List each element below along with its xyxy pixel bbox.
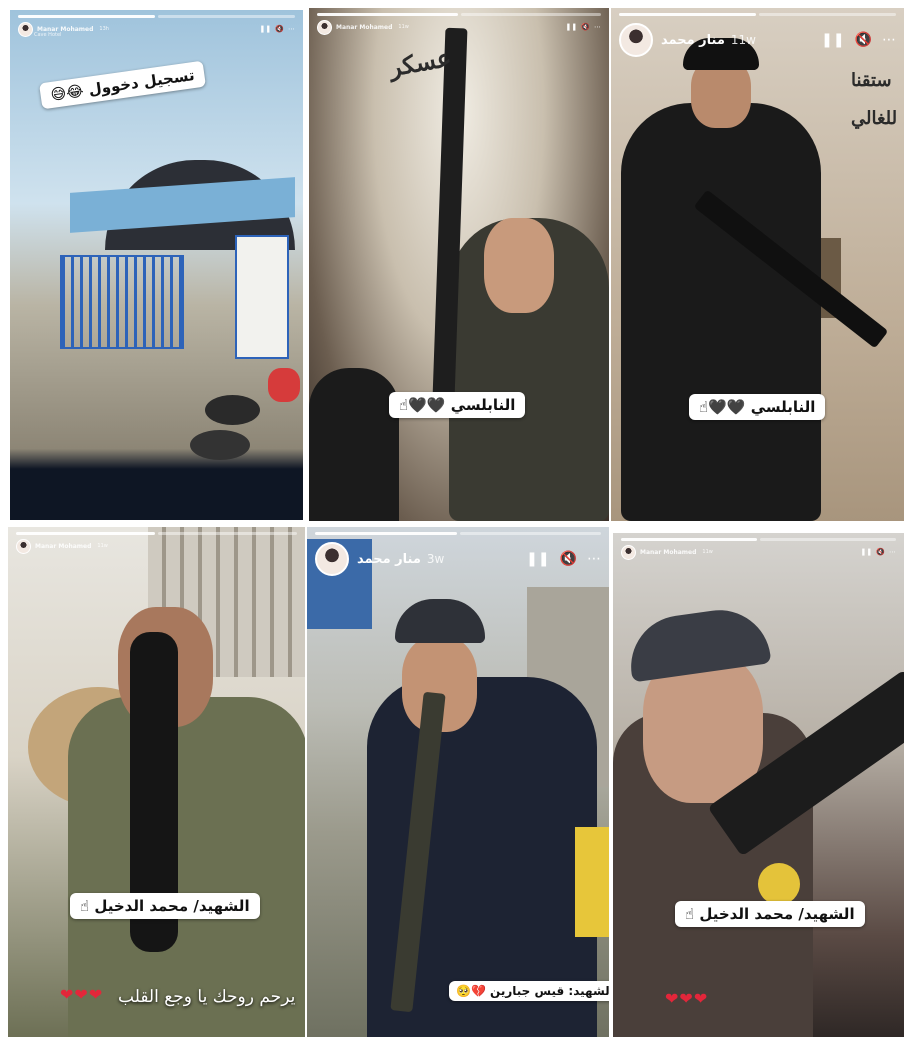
avatar[interactable] bbox=[619, 23, 653, 57]
info-board bbox=[235, 235, 289, 359]
story-6[interactable]: Manar Mohamed 11w ❚❚ 🔇 ⋯ الشهيد/ محمد ال… bbox=[613, 533, 904, 1037]
story-header: Manar Mohamed 11w ❚❚ 🔇 ⋯ bbox=[317, 18, 601, 36]
red-bag bbox=[268, 368, 300, 402]
avatar[interactable] bbox=[16, 538, 31, 554]
story-progress bbox=[621, 538, 896, 541]
story-header: منار محمد 3w ❚❚ 🔇 ⋯ bbox=[315, 539, 601, 579]
pause-icon[interactable]: ❚❚ bbox=[821, 33, 844, 47]
mural-text: للغالي bbox=[851, 108, 898, 129]
story-progress bbox=[315, 532, 601, 535]
caption-sticker: النابلسي 🖤🖤☝ bbox=[689, 394, 826, 420]
mute-icon[interactable]: 🔇 bbox=[275, 25, 284, 33]
blue-gate bbox=[60, 255, 184, 349]
post-time: 13h bbox=[99, 26, 109, 32]
pause-icon[interactable]: ❚❚ bbox=[861, 548, 873, 556]
story-2[interactable]: عسكر Manar Mohamed 11w ❚❚ 🔇 ⋯ النابلسي 🖤… bbox=[309, 8, 609, 521]
post-time: 11w bbox=[702, 549, 713, 555]
tire bbox=[205, 395, 260, 425]
username[interactable]: Manar Mohamed bbox=[336, 24, 392, 31]
story-1[interactable]: Manar Mohamed 13h ❚❚ 🔇 ⋯ Cave Hotel تسجي… bbox=[10, 10, 303, 520]
story-subtitle: Cave Hotel bbox=[34, 32, 62, 38]
yellow-chair bbox=[575, 827, 609, 937]
person-body bbox=[68, 697, 305, 1037]
story-5[interactable]: منار محمد 3w ❚❚ 🔇 ⋯ الشهيد: قيس جبارين 💔… bbox=[307, 527, 609, 1037]
caption-sticker: النابلسي 🖤🖤☝ bbox=[389, 392, 526, 418]
caption-sticker: الشهيد: قيس جبارين 💔🥺 bbox=[449, 981, 609, 1001]
story-progress bbox=[619, 13, 896, 16]
hearts-sticker: ❤❤❤ bbox=[665, 989, 709, 1008]
story-header: Manar Mohamed 11w ❚❚ 🔇 ⋯ bbox=[621, 543, 896, 561]
story-progress bbox=[317, 13, 601, 16]
tire bbox=[190, 430, 250, 460]
handwritten-caption: يرحم روحك يا وجع القلب bbox=[118, 987, 296, 1007]
username[interactable]: Manar Mohamed bbox=[640, 549, 696, 556]
story-3[interactable]: ستقنا للغالي منار محمد 11w ❚❚ 🔇 ⋯ النابل… bbox=[611, 8, 904, 521]
pause-icon[interactable]: ❚❚ bbox=[526, 552, 549, 566]
avatar[interactable] bbox=[621, 544, 636, 560]
person-body bbox=[621, 103, 821, 521]
post-time: 11w bbox=[97, 543, 108, 549]
more-options-icon[interactable]: ⋯ bbox=[288, 25, 295, 33]
mask-figure bbox=[309, 368, 399, 521]
mute-icon[interactable]: 🔇 bbox=[560, 552, 577, 566]
caption-sticker: الشهيد/ محمد الدخيل ☝ bbox=[675, 901, 865, 927]
story-header: منار محمد 11w ❚❚ 🔇 ⋯ bbox=[619, 20, 896, 60]
story-4[interactable]: Manar Mohamed 11w الشهيد/ محمد الدخيل ☝ … bbox=[8, 527, 305, 1037]
mute-icon[interactable]: 🔇 bbox=[855, 33, 872, 47]
story-header: Manar Mohamed 11w bbox=[16, 537, 297, 555]
mute-icon[interactable]: 🔇 bbox=[581, 23, 590, 31]
avatar[interactable] bbox=[317, 19, 332, 35]
post-time: 11w bbox=[730, 33, 756, 47]
story-progress bbox=[16, 532, 297, 535]
more-options-icon[interactable]: ⋯ bbox=[594, 23, 601, 31]
pause-icon[interactable]: ❚❚ bbox=[260, 25, 272, 33]
hearts-sticker: ❤❤❤ bbox=[60, 985, 104, 1004]
avatar[interactable] bbox=[18, 21, 33, 37]
more-options-icon[interactable]: ⋯ bbox=[587, 552, 601, 566]
caption-sticker: الشهيد/ محمد الدخيل ☝ bbox=[70, 893, 260, 919]
username[interactable]: منار محمد bbox=[661, 33, 725, 48]
mute-icon[interactable]: 🔇 bbox=[876, 548, 885, 556]
story-progress bbox=[18, 15, 295, 18]
username[interactable]: Manar Mohamed bbox=[35, 543, 91, 550]
more-options-icon[interactable]: ⋯ bbox=[882, 33, 896, 47]
post-time: 3w bbox=[426, 552, 445, 566]
yellow-patch bbox=[758, 863, 800, 905]
username[interactable]: منار محمد bbox=[357, 552, 421, 567]
mural-text: ستقنا bbox=[851, 70, 892, 91]
pause-icon[interactable]: ❚❚ bbox=[566, 23, 578, 31]
more-options-icon[interactable]: ⋯ bbox=[889, 548, 896, 556]
post-time: 11w bbox=[398, 24, 409, 30]
face bbox=[484, 218, 554, 313]
avatar[interactable] bbox=[315, 542, 349, 576]
